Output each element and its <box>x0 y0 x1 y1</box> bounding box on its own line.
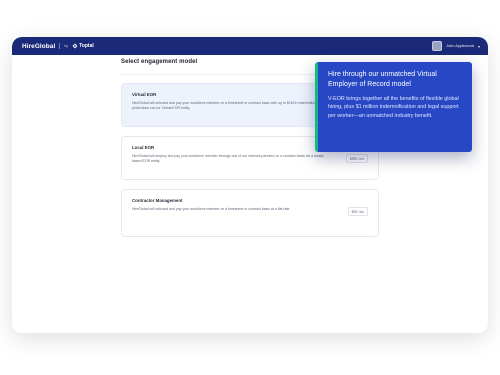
tooltip-title: Hire through our unmatched Virtual Emplo… <box>328 71 437 88</box>
virtual-eor-tooltip: Hire through our unmatched Virtual Emplo… <box>315 62 472 152</box>
top-navigation-bar: HireGlobal by Toptal John Applewood ▾ <box>12 37 488 55</box>
user-name: John Applewood <box>446 44 474 48</box>
brand-logo[interactable]: HireGlobal by Toptal <box>22 43 94 50</box>
toptal-logo: Toptal <box>72 43 94 49</box>
toptal-mark-icon <box>72 43 78 49</box>
chevron-down-icon: ▾ <box>477 43 480 49</box>
brand-by-text: by <box>64 44 69 48</box>
user-menu[interactable]: John Applewood ▾ <box>432 41 480 51</box>
avatar <box>432 41 443 51</box>
brand-name: HireGlobal <box>22 42 56 50</box>
partner-name: Toptal <box>79 43 94 49</box>
tooltip-body: V-EOR brings together all the benefits o… <box>328 96 459 119</box>
brand-divider <box>59 43 61 49</box>
